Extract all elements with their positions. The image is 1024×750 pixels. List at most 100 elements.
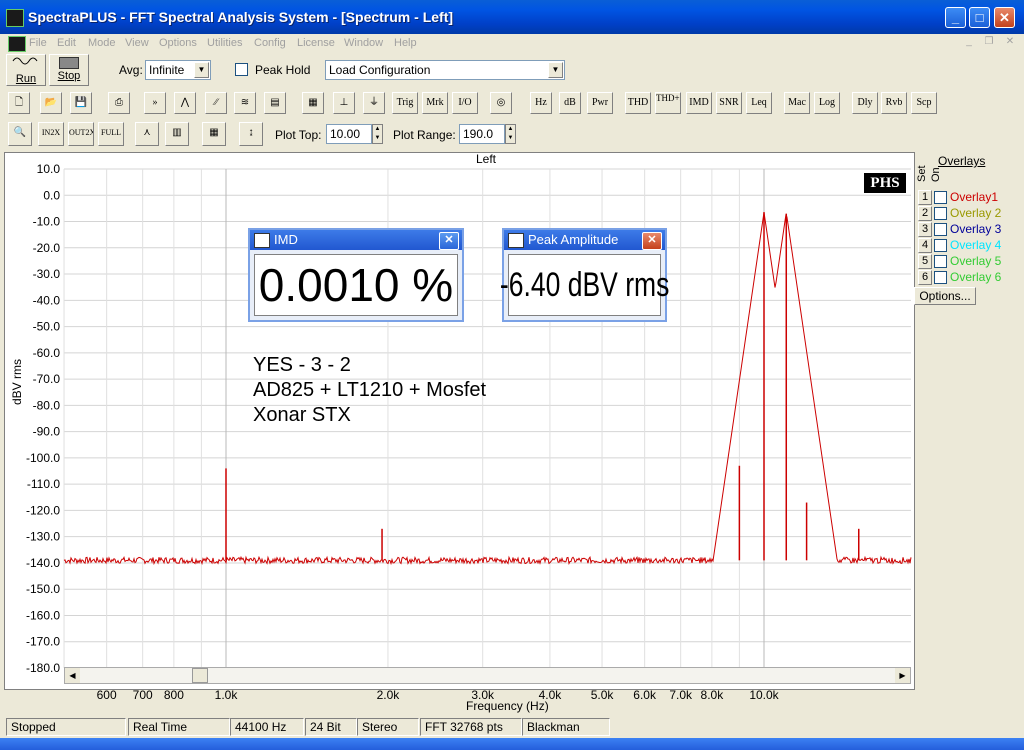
- configuration-select[interactable]: Load Configuration ▼: [325, 60, 565, 80]
- stop-button[interactable]: Stop: [49, 54, 89, 86]
- plot-range-spinner[interactable]: ▲ ▼: [505, 124, 516, 144]
- delay-button[interactable]: Dly: [852, 92, 878, 114]
- waterfall-icon[interactable]: ≋: [234, 92, 256, 114]
- frequency-scrollbar[interactable]: ◀ ▶: [64, 667, 911, 684]
- mdi-minimize-button[interactable]: _: [962, 36, 976, 48]
- axis-icon[interactable]: ⊥: [333, 92, 355, 114]
- menu-options[interactable]: Options: [159, 34, 197, 52]
- reverb-button[interactable]: Rvb: [881, 92, 907, 114]
- mdi-restore-button[interactable]: ❐: [982, 36, 996, 48]
- scroll-right-icon[interactable]: ▶: [895, 668, 910, 683]
- scope-button[interactable]: Scp: [911, 92, 937, 114]
- log-button[interactable]: Log: [814, 92, 840, 114]
- x-tick-label: 600: [97, 688, 117, 702]
- overlay-set-button-6[interactable]: 6: [918, 270, 932, 285]
- plot-top-input[interactable]: 10.00: [326, 124, 372, 144]
- peak-amplitude-meter-window[interactable]: Peak Amplitude ✕ -6.40 dBV rms: [500, 228, 669, 322]
- status-sample-rate: 44100 Hz: [230, 718, 304, 736]
- overlay-checkbox-2[interactable]: [934, 207, 947, 220]
- save-icon[interactable]: 💾: [70, 92, 92, 114]
- y-tick-label: 0.0: [43, 188, 60, 202]
- ramp-icon[interactable]: ∕∕: [205, 92, 227, 114]
- imd-meter-window[interactable]: IMD ✕ 0.0010 %: [248, 228, 464, 322]
- snr-button[interactable]: SNR: [716, 92, 742, 114]
- menu-utilities[interactable]: Utilities: [207, 34, 242, 52]
- forward-icon[interactable]: »: [144, 92, 166, 114]
- bar-view-icon[interactable]: ▥: [165, 122, 189, 146]
- overlay-set-button-1[interactable]: 1: [918, 190, 932, 205]
- overlay-checkbox-5[interactable]: [934, 255, 947, 268]
- meter-icon: [508, 233, 524, 248]
- hz-button[interactable]: Hz: [530, 92, 552, 114]
- 3d-surface-icon[interactable]: ▤: [264, 92, 286, 114]
- overlay-set-button-5[interactable]: 5: [918, 254, 932, 269]
- io-button[interactable]: I/O: [452, 92, 478, 114]
- trigger-button[interactable]: Trig: [392, 92, 418, 114]
- y-tick-label: 10.0: [37, 162, 61, 176]
- zoom-in-2x-icon[interactable]: IN2X: [38, 122, 64, 146]
- scroll-left-icon[interactable]: ◀: [65, 668, 80, 683]
- y-tick-label: -170.0: [26, 635, 60, 649]
- overlays-header: Overlays: [938, 154, 986, 168]
- scroll-thumb[interactable]: [192, 668, 208, 683]
- x-tick-label: 800: [164, 688, 184, 702]
- scale-table-icon[interactable]: ▦: [202, 122, 226, 146]
- run-button[interactable]: Run: [6, 54, 46, 86]
- peak-meter-title-bar[interactable]: Peak Amplitude ✕: [504, 230, 665, 250]
- window-title: SpectraPLUS - FFT Spectral Analysis Syst…: [28, 9, 454, 25]
- y-tick-label: -180.0: [26, 661, 60, 675]
- menu-mode[interactable]: Mode: [88, 34, 116, 52]
- plot-top-spinner[interactable]: ▲ ▼: [372, 124, 383, 144]
- macro-button[interactable]: Mac: [784, 92, 810, 114]
- power-button[interactable]: Pwr: [587, 92, 613, 114]
- close-icon[interactable]: ✕: [642, 232, 662, 250]
- menu-edit[interactable]: Edit: [57, 34, 76, 52]
- overlay-set-button-3[interactable]: 3: [918, 222, 932, 237]
- menu-license[interactable]: License: [297, 34, 335, 52]
- avg-select[interactable]: Infinite ▼: [145, 60, 211, 80]
- imd-meter-title-bar[interactable]: IMD ✕: [250, 230, 462, 250]
- minimize-button[interactable]: _: [945, 7, 966, 28]
- plot-annotation: YES - 3 - 2 AD825 + LT1210 + Mosfet Xona…: [253, 354, 487, 426]
- print-icon[interactable]: ⎙: [108, 92, 130, 114]
- zoom-out-2x-icon[interactable]: OUT2X: [68, 122, 94, 146]
- zoom-icon[interactable]: 🔍: [8, 122, 32, 146]
- db-button[interactable]: dB: [559, 92, 581, 114]
- thd-button[interactable]: THD: [625, 92, 651, 114]
- overlay-checkbox-4[interactable]: [934, 239, 947, 252]
- menu-window[interactable]: Window: [344, 34, 383, 52]
- leq-button[interactable]: Leq: [746, 92, 772, 114]
- probe-icon[interactable]: ⏚: [363, 92, 385, 114]
- mdi-close-button[interactable]: ✕: [1003, 36, 1017, 48]
- peak-meter-display: -6.40 dBV rms: [500, 254, 669, 316]
- menu-file[interactable]: File: [29, 34, 47, 52]
- imd-button[interactable]: IMD: [686, 92, 712, 114]
- overlay-options-button[interactable]: Options...: [914, 287, 976, 305]
- maximize-button[interactable]: □: [969, 7, 990, 28]
- thd-n-button[interactable]: THD+N: [655, 92, 681, 114]
- overlay-checkbox-1[interactable]: [934, 191, 947, 204]
- overlay-set-button-4[interactable]: 4: [918, 238, 932, 253]
- overlay-checkbox-6[interactable]: [934, 271, 947, 284]
- plot-range-input[interactable]: 190.0: [459, 124, 505, 144]
- peak-hold-checkbox[interactable]: [235, 63, 248, 76]
- menu-help[interactable]: Help: [394, 34, 417, 52]
- overlay-checkbox-3[interactable]: [934, 223, 947, 236]
- marker-button[interactable]: Mrk: [422, 92, 448, 114]
- overlay-set-button-2[interactable]: 2: [918, 206, 932, 221]
- calculator-icon[interactable]: ▦: [302, 92, 324, 114]
- zoom-out-full-icon[interactable]: FULL: [98, 122, 124, 146]
- signal-generator-icon[interactable]: ◎: [490, 92, 512, 114]
- menu-config[interactable]: Config: [254, 34, 286, 52]
- y-tick-label: -80.0: [33, 398, 61, 412]
- x-tick-label: 7.0k: [669, 688, 693, 702]
- spectrum-icon[interactable]: ⋀: [174, 92, 196, 114]
- peak-view-icon[interactable]: ⋏: [135, 122, 159, 146]
- vertical-scale-icon[interactable]: ↨: [239, 122, 263, 146]
- menu-view[interactable]: View: [125, 34, 149, 52]
- new-file-icon[interactable]: 🗋: [8, 92, 30, 114]
- close-icon[interactable]: ✕: [439, 232, 459, 250]
- close-button[interactable]: ✕: [994, 7, 1015, 28]
- open-folder-icon[interactable]: 📂: [40, 92, 62, 114]
- x-tick-label: 2.0k: [377, 688, 401, 702]
